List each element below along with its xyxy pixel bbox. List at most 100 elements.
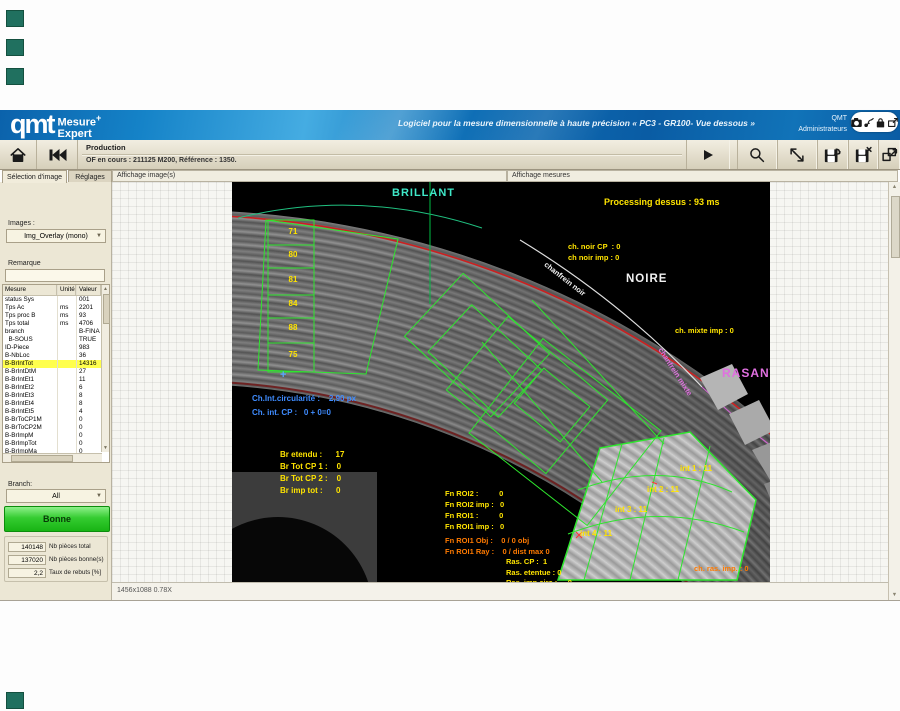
- layout-button[interactable]: [878, 140, 900, 169]
- ras-obj-stats: Ras Obj : 0 pic2/ 0 objRas Ray : 0 px2 /…: [506, 569, 604, 582]
- table-row[interactable]: B-BrIntEt5 4: [3, 408, 109, 416]
- main-canvas: BRILLANT Processing dessus : 93 ms ch. n…: [112, 182, 888, 600]
- logo-plus: +: [96, 113, 101, 123]
- play-button[interactable]: [686, 140, 730, 169]
- table-row[interactable]: B-BrIntEt1 11: [3, 376, 109, 384]
- sidebar: Images : Img_Overlay (mono) ▼ Remarque M…: [0, 182, 112, 600]
- desktop-fragment: [6, 692, 24, 709]
- fn-stat-line: Fn ROI2 : 0: [445, 489, 504, 500]
- br-stat-line: Br imp tot : 0: [280, 486, 344, 498]
- window-restore-icon[interactable]: [887, 117, 898, 128]
- image-select-value: Img_Overlay (mono): [24, 233, 88, 240]
- label-brillant: BRILLANT: [392, 188, 455, 198]
- image-viewer[interactable]: BRILLANT Processing dessus : 93 ms ch. n…: [232, 182, 770, 582]
- zoom-info: 1456x1088 0.78X: [117, 587, 172, 594]
- toolbar-divider: [82, 154, 682, 155]
- table-row[interactable]: B-BrImpM 0: [3, 432, 109, 440]
- ch-noir-cp: ch. noir CP : 0: [568, 242, 620, 252]
- table-row[interactable]: Tps Ac ms 2201: [3, 304, 109, 312]
- col-valeur[interactable]: Valeur: [76, 285, 101, 295]
- logo-mesure: Mesure: [58, 117, 97, 129]
- table-row[interactable]: B-BrIntEt4 8: [3, 400, 109, 408]
- scrollbar-thumb[interactable]: [11, 455, 73, 462]
- table-row[interactable]: status Sys 001: [3, 296, 109, 304]
- main-vertical-scrollbar[interactable]: ▲ ▼: [888, 182, 900, 600]
- home-button[interactable]: [0, 140, 37, 169]
- table-row[interactable]: B-BrIntDtM 27: [3, 368, 109, 376]
- label-rasant: RASANT: [722, 368, 770, 378]
- table-row[interactable]: B-BrIntEt2 6: [3, 384, 109, 392]
- camera-icon[interactable]: [851, 117, 862, 128]
- scroll-down-icon[interactable]: ▼: [102, 445, 109, 451]
- stat-row: 140148 Nb pièces total: [5, 540, 107, 553]
- ch-int-circularite: Ch.Int.circularité : 2,90 px: [252, 394, 356, 404]
- desktop-fragment: [6, 10, 24, 27]
- lock-icon[interactable]: [875, 117, 886, 128]
- table-row[interactable]: B-BrImpTot 0: [3, 440, 109, 448]
- play-icon: [701, 148, 715, 162]
- remark-input[interactable]: [5, 269, 105, 282]
- table-row[interactable]: B-BrIntEt3 8: [3, 392, 109, 400]
- table-row[interactable]: B-BrToCP1M 0: [3, 416, 109, 424]
- br-stat-line: Br etendu : 17: [280, 450, 344, 462]
- desktop-fragment: [6, 68, 24, 85]
- scroll-down-icon[interactable]: ▼: [889, 592, 900, 598]
- mode-label: Production: [86, 143, 126, 152]
- scrollbar-thumb[interactable]: [891, 196, 900, 258]
- stat-label: Nb pièces total: [49, 543, 91, 550]
- remark-label: Remarque: [8, 260, 41, 267]
- ch-ras-imp: ch. ras. imp. : 0: [694, 564, 749, 574]
- caption-affichage-images[interactable]: Affichage image(s): [112, 170, 507, 182]
- home-icon: [9, 147, 27, 163]
- status-bonne-button[interactable]: Bonne: [4, 506, 110, 532]
- of-status: OF en cours : 211125 M200, Référence : 1…: [86, 157, 237, 164]
- zone-value: 71: [282, 227, 304, 236]
- branch-select-value: All: [52, 493, 60, 500]
- windows-layout-icon: [881, 146, 898, 163]
- table-row[interactable]: Tps total ms 4706: [3, 320, 109, 328]
- measure-table-header: Mesure Unité Valeur: [3, 285, 109, 296]
- stat-row: 2,2 Taux de rebuts [%]: [5, 566, 107, 579]
- br-stats: Br etendu : 17Br Tot CP 1 : 0Br Tot CP 2…: [280, 420, 344, 498]
- user-role: Administrateurs: [755, 124, 847, 135]
- tab-selection-image[interactable]: Sélection d'image: [2, 170, 67, 183]
- user-company: QMT: [755, 113, 847, 124]
- col-unite[interactable]: Unité: [57, 285, 76, 295]
- app-header: qmt Mesure+ Expert Logiciel pour la mesu…: [0, 110, 900, 140]
- remote-signal-icon[interactable]: [863, 117, 874, 128]
- viewer-statusbar: 1456x1088 0.78X: [112, 582, 888, 600]
- window-bottom-edge: [0, 600, 900, 601]
- table-row[interactable]: branch B-FINA: [3, 328, 109, 336]
- images-label: Images :: [8, 220, 35, 227]
- chevron-down-icon: ▼: [96, 493, 102, 499]
- table-row[interactable]: B-BrToCP2M 0: [3, 424, 109, 432]
- table-row[interactable]: B-NbLoc 36: [3, 352, 109, 360]
- stat-label: Taux de rebuts [%]: [49, 569, 101, 576]
- scrollbar-thumb[interactable]: [103, 294, 110, 324]
- table-row[interactable]: B-BrIntTot 14316: [3, 360, 109, 368]
- scroll-up-icon[interactable]: ▲: [889, 184, 900, 190]
- scroll-up-icon[interactable]: ▲: [102, 286, 109, 292]
- image-select[interactable]: Img_Overlay (mono) ▼: [6, 229, 106, 243]
- save-report-button[interactable]: [848, 140, 878, 169]
- table-horizontal-scrollbar[interactable]: [3, 453, 102, 462]
- stat-value: 137020: [8, 555, 46, 565]
- table-row[interactable]: B-SOUS TRUE: [3, 336, 109, 344]
- table-row[interactable]: Tps proc B ms 93: [3, 312, 109, 320]
- measure-table: Mesure Unité Valeur status Sys 001 Tps A…: [2, 284, 110, 463]
- logo-text: Mesure+ Expert: [58, 113, 102, 140]
- rewind-button[interactable]: [38, 140, 78, 169]
- caption-affichage-mesures[interactable]: Affichage mesures: [507, 170, 898, 182]
- table-vertical-scrollbar[interactable]: ▲ ▼: [101, 285, 109, 452]
- search-button[interactable]: [737, 140, 777, 169]
- branch-select[interactable]: All ▼: [6, 489, 106, 503]
- save-image-icon: [824, 146, 841, 163]
- col-mesure[interactable]: Mesure: [3, 285, 57, 295]
- table-row[interactable]: ID-Piece 983: [3, 344, 109, 352]
- crosshair-marker: +: [280, 370, 286, 380]
- fit-view-button[interactable]: [777, 140, 817, 169]
- zone-value: 88: [282, 323, 304, 332]
- save-image-button[interactable]: [817, 140, 848, 169]
- int-label: int 1 : 11: [680, 464, 712, 473]
- int-label: int 3 : 11: [615, 505, 647, 514]
